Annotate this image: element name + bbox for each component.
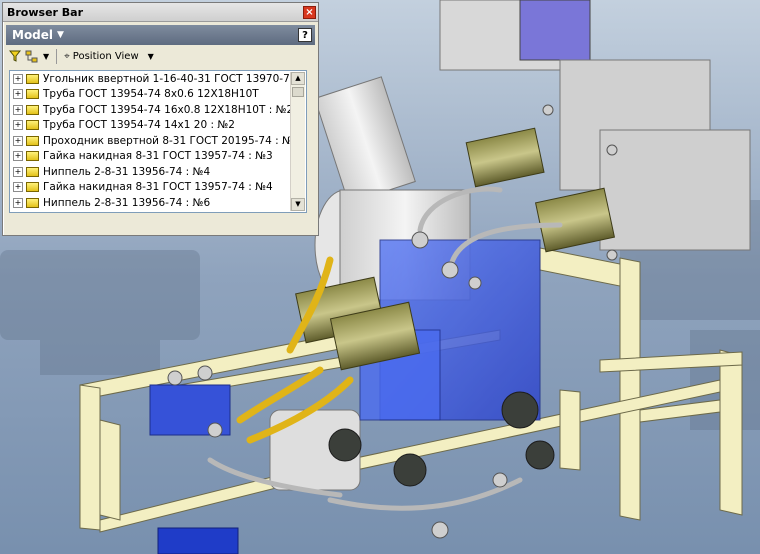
filter-icon[interactable] bbox=[9, 50, 21, 62]
position-view-icon: ⌖ bbox=[64, 50, 70, 62]
expand-icon[interactable]: + bbox=[13, 182, 23, 193]
tree-item[interactable]: + Проходник ввертной 8-31 ГОСТ 20195-74 :… bbox=[10, 133, 306, 149]
tree-item-label: Проходник ввертной 8-31 ГОСТ 20195-74 : … bbox=[43, 134, 300, 147]
model-label: Model bbox=[12, 28, 54, 42]
part-icon bbox=[26, 89, 39, 100]
vertical-scrollbar[interactable]: ▲ ▼ bbox=[290, 72, 305, 211]
expand-icon[interactable]: + bbox=[13, 120, 23, 131]
tree-item-label: Труба ГОСТ 13954-74 8х0.6 12Х18Н10Т bbox=[43, 88, 259, 101]
model-dropdown-bar[interactable]: Model ▼ ? bbox=[6, 25, 315, 45]
part-icon bbox=[26, 182, 39, 193]
position-view-label: Position View bbox=[72, 50, 139, 62]
part-icon bbox=[26, 197, 39, 208]
tree-item[interactable]: + Труба ГОСТ 13954-74 14х1 20 : №2 bbox=[10, 118, 306, 134]
chevron-down-icon: ▼ bbox=[147, 51, 154, 61]
tree-item-label: Угольник ввертной 1-16-40-31 ГОСТ 13970-… bbox=[43, 72, 297, 85]
tree-item[interactable]: + Гайка накидная 8-31 ГОСТ 13957-74 : №3 bbox=[10, 149, 306, 165]
expand-icon[interactable]: + bbox=[13, 151, 23, 162]
chevron-down-icon: ▼ bbox=[57, 30, 64, 40]
tree-item-label: Гайка накидная 8-31 ГОСТ 13957-74 : №3 bbox=[43, 150, 273, 163]
part-icon bbox=[26, 120, 39, 131]
tree-item-label: Гайка накидная 8-31 ГОСТ 13957-74 : №4 bbox=[43, 181, 273, 194]
part-icon bbox=[26, 151, 39, 162]
tree-item-label: Ниппель 2-8-31 13956-74 : №6 bbox=[43, 196, 211, 209]
expand-icon[interactable]: + bbox=[13, 197, 23, 208]
tree-item[interactable]: + Ниппель 2-8-31 13956-74 : №6 bbox=[10, 195, 306, 211]
scroll-down-button[interactable]: ▼ bbox=[291, 198, 305, 211]
position-view-dropdown[interactable]: ⌖ Position View ▼ bbox=[64, 51, 154, 62]
part-icon bbox=[26, 104, 39, 115]
model-dropdown[interactable]: Model ▼ bbox=[12, 28, 64, 42]
browser-bar-titlebar[interactable]: Browser Bar × bbox=[3, 3, 318, 22]
toolbar-separator bbox=[56, 48, 58, 64]
expand-icon[interactable]: + bbox=[13, 73, 23, 84]
tree-item[interactable]: + Гайка накидная 8-31 ГОСТ 13957-74 : №4 bbox=[10, 180, 306, 196]
browser-toolbar: ▼ ⌖ Position View ▼ bbox=[3, 45, 318, 67]
help-button[interactable]: ? bbox=[298, 28, 312, 42]
close-button[interactable]: × bbox=[303, 5, 316, 19]
scroll-thumb[interactable] bbox=[292, 87, 304, 97]
expand-icon[interactable]: + bbox=[13, 135, 23, 146]
browser-bar-panel: Browser Bar × Model ▼ ? ▼ ⌖ Position Vie… bbox=[2, 2, 319, 236]
tree-item-label: Труба ГОСТ 13954-74 14х1 20 : №2 bbox=[43, 119, 235, 132]
chevron-down-icon[interactable]: ▼ bbox=[43, 52, 49, 61]
expand-icon[interactable]: + bbox=[13, 166, 23, 177]
model-tree[interactable]: + Угольник ввертной 1-16-40-31 ГОСТ 13970… bbox=[9, 70, 307, 213]
tree-item-label: Труба ГОСТ 13954-74 16х0.8 12Х18Н10Т : №… bbox=[43, 103, 294, 116]
tree-item[interactable]: + Труба ГОСТ 13954-74 8х0.6 12Х18Н10Т bbox=[10, 87, 306, 103]
model-tree-list: + Угольник ввертной 1-16-40-31 ГОСТ 13970… bbox=[10, 71, 306, 211]
tree-item[interactable]: + Ниппель 2-8-31 13956-74 : №4 bbox=[10, 164, 306, 180]
part-icon bbox=[26, 166, 39, 177]
expand-icon[interactable]: + bbox=[13, 89, 23, 100]
expand-icon[interactable]: + bbox=[13, 104, 23, 115]
part-icon bbox=[26, 73, 39, 84]
tree-item[interactable]: + Труба ГОСТ 13954-74 16х0.8 12Х18Н10Т : … bbox=[10, 102, 306, 118]
part-icon bbox=[26, 135, 39, 146]
scroll-up-button[interactable]: ▲ bbox=[291, 72, 305, 85]
tree-item-label: Ниппель 2-8-31 13956-74 : №4 bbox=[43, 165, 211, 178]
browser-bar-title: Browser Bar bbox=[7, 5, 84, 19]
assembly-structure-icon[interactable] bbox=[25, 50, 39, 63]
tree-item[interactable]: + Угольник ввертной 1-16-40-31 ГОСТ 13970… bbox=[10, 71, 306, 87]
